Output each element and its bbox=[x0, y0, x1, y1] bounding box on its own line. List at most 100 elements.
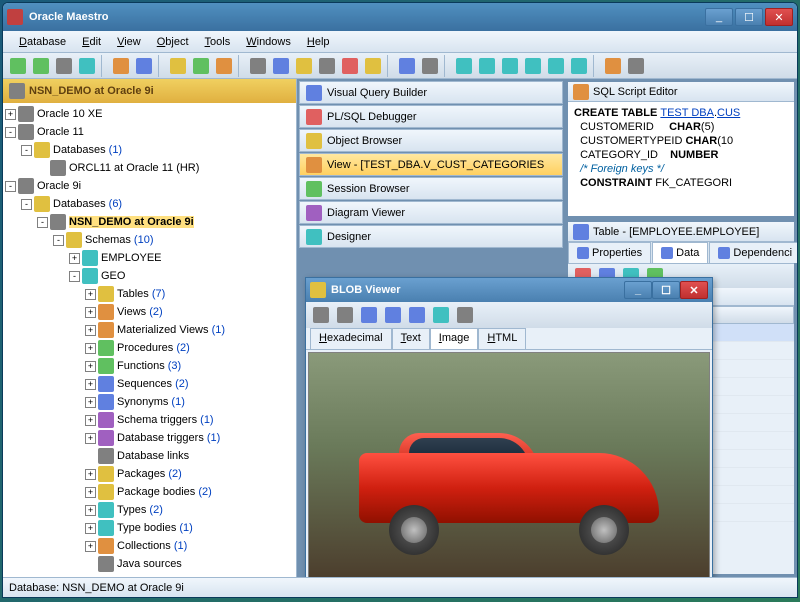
expand-icon[interactable]: + bbox=[5, 109, 16, 120]
tool-db[interactable] bbox=[316, 55, 338, 77]
blob-prev[interactable] bbox=[334, 304, 356, 326]
tool-win2[interactable] bbox=[476, 55, 498, 77]
tab-data[interactable]: Data bbox=[652, 242, 708, 263]
sql-text[interactable]: CREATE TABLE TEST DBA.CUS CUSTOMERID CHA… bbox=[568, 102, 794, 216]
expand-icon[interactable]: - bbox=[69, 271, 80, 282]
object-tree[interactable]: +Oracle 10 XE-Oracle 11-Databases (1)ORC… bbox=[3, 103, 296, 577]
expand-icon[interactable]: + bbox=[85, 415, 96, 426]
menu-help[interactable]: Help bbox=[299, 33, 338, 51]
menu-windows[interactable]: Windows bbox=[238, 33, 299, 51]
tab-dependenci[interactable]: Dependenci bbox=[709, 242, 797, 263]
tree-node[interactable]: +Packages (2) bbox=[5, 465, 294, 483]
stack-item[interactable]: Diagram Viewer bbox=[299, 201, 563, 224]
tree-node[interactable]: +Package bodies (2) bbox=[5, 483, 294, 501]
tree-node[interactable]: +Procedures (2) bbox=[5, 339, 294, 357]
stack-item[interactable]: Visual Query Builder bbox=[299, 81, 563, 104]
tool-print[interactable] bbox=[247, 55, 269, 77]
maximize-button[interactable]: ☐ bbox=[735, 8, 763, 26]
expand-icon[interactable]: + bbox=[85, 487, 96, 498]
tool-filter2[interactable] bbox=[419, 55, 441, 77]
tree-node[interactable]: +Sequences (2) bbox=[5, 375, 294, 393]
stack-item[interactable]: Session Browser bbox=[299, 177, 563, 200]
tool-cube[interactable] bbox=[293, 55, 315, 77]
tree-node[interactable]: Database links bbox=[5, 447, 294, 465]
expand-icon[interactable]: - bbox=[21, 199, 32, 210]
expand-icon[interactable]: - bbox=[37, 217, 48, 228]
expand-icon[interactable]: + bbox=[69, 253, 80, 264]
tree-node[interactable]: +Oracle 10 XE bbox=[5, 105, 294, 123]
expand-icon[interactable]: + bbox=[85, 361, 96, 372]
expand-icon[interactable]: + bbox=[85, 343, 96, 354]
tree-node[interactable]: +Materialized Views (1) bbox=[5, 321, 294, 339]
tree-node[interactable]: +Functions (3) bbox=[5, 357, 294, 375]
tree-node[interactable]: -NSN_DEMO at Oracle 9i bbox=[5, 213, 294, 231]
tree-node[interactable]: -Databases (1) bbox=[5, 141, 294, 159]
tree-node[interactable]: -GEO bbox=[5, 267, 294, 285]
expand-icon[interactable]: - bbox=[53, 235, 64, 246]
stack-item[interactable]: Object Browser bbox=[299, 129, 563, 152]
expand-icon[interactable]: + bbox=[85, 505, 96, 516]
minimize-button[interactable]: _ bbox=[705, 8, 733, 26]
tool-run[interactable] bbox=[133, 55, 155, 77]
tree-node[interactable]: Java sources bbox=[5, 555, 294, 573]
tool-add[interactable] bbox=[30, 55, 52, 77]
blob-more[interactable] bbox=[454, 304, 476, 326]
tool-refresh[interactable] bbox=[76, 55, 98, 77]
tree-node[interactable]: +Tables (7) bbox=[5, 285, 294, 303]
menu-database[interactable]: Database bbox=[11, 33, 74, 51]
menu-view[interactable]: View bbox=[109, 33, 149, 51]
expand-icon[interactable]: - bbox=[5, 127, 16, 138]
close-button[interactable]: ✕ bbox=[765, 8, 793, 26]
menu-tools[interactable]: Tools bbox=[197, 33, 239, 51]
expand-icon[interactable]: + bbox=[85, 469, 96, 480]
expand-icon[interactable]: + bbox=[85, 397, 96, 408]
menu-object[interactable]: Object bbox=[149, 33, 197, 51]
tool-win6[interactable] bbox=[568, 55, 590, 77]
tool-win3[interactable] bbox=[499, 55, 521, 77]
stack-item[interactable]: PL/SQL Debugger bbox=[299, 105, 563, 128]
tool-opt[interactable] bbox=[625, 55, 647, 77]
expand-icon[interactable]: - bbox=[5, 181, 16, 192]
stack-item[interactable]: Designer bbox=[299, 225, 563, 248]
tree-node[interactable]: +Schema triggers (1) bbox=[5, 411, 294, 429]
expand-icon[interactable]: - bbox=[21, 145, 32, 156]
tool-pencil[interactable] bbox=[213, 55, 235, 77]
blob-minimize[interactable]: _ bbox=[624, 281, 652, 299]
blob-tab-text[interactable]: Text bbox=[392, 328, 430, 349]
tool-edit[interactable] bbox=[167, 55, 189, 77]
tool-filter[interactable] bbox=[396, 55, 418, 77]
tree-node[interactable]: +Type bodies (1) bbox=[5, 519, 294, 537]
expand-icon[interactable]: + bbox=[85, 541, 96, 552]
expand-icon[interactable]: + bbox=[85, 325, 96, 336]
tool-key[interactable] bbox=[362, 55, 384, 77]
tree-node[interactable]: +Types (2) bbox=[5, 501, 294, 519]
tool-new[interactable] bbox=[7, 55, 29, 77]
expand-icon[interactable]: + bbox=[85, 379, 96, 390]
blob-play[interactable] bbox=[358, 304, 380, 326]
expand-icon[interactable]: + bbox=[85, 433, 96, 444]
stack-item[interactable]: View - [TEST_DBA.V_CUST_CATEGORIES bbox=[299, 153, 563, 176]
blob-tab-hexadecimal[interactable]: Hexadecimal bbox=[310, 328, 392, 349]
blob-star[interactable] bbox=[430, 304, 452, 326]
tool-win5[interactable] bbox=[545, 55, 567, 77]
blob-maximize[interactable]: ☐ bbox=[652, 281, 680, 299]
tool-check[interactable] bbox=[190, 55, 212, 77]
blob-tab-html[interactable]: HTML bbox=[478, 328, 526, 349]
menu-edit[interactable]: Edit bbox=[74, 33, 109, 51]
tool-script[interactable] bbox=[110, 55, 132, 77]
tool-del[interactable] bbox=[53, 55, 75, 77]
tool-home[interactable] bbox=[602, 55, 624, 77]
tab-properties[interactable]: Properties bbox=[568, 242, 651, 263]
tool-bug[interactable] bbox=[339, 55, 361, 77]
blob-next[interactable] bbox=[382, 304, 404, 326]
tool-win4[interactable] bbox=[522, 55, 544, 77]
tool-chart[interactable] bbox=[270, 55, 292, 77]
expand-icon[interactable]: + bbox=[85, 523, 96, 534]
tree-node[interactable]: -Schemas (10) bbox=[5, 231, 294, 249]
blob-tab-image[interactable]: Image bbox=[430, 328, 479, 349]
blob-refresh[interactable] bbox=[406, 304, 428, 326]
blob-first[interactable] bbox=[310, 304, 332, 326]
blob-close[interactable]: ✕ bbox=[680, 281, 708, 299]
expand-icon[interactable]: + bbox=[85, 307, 96, 318]
tree-node[interactable]: ORCL11 at Oracle 11 (HR) bbox=[5, 159, 294, 177]
